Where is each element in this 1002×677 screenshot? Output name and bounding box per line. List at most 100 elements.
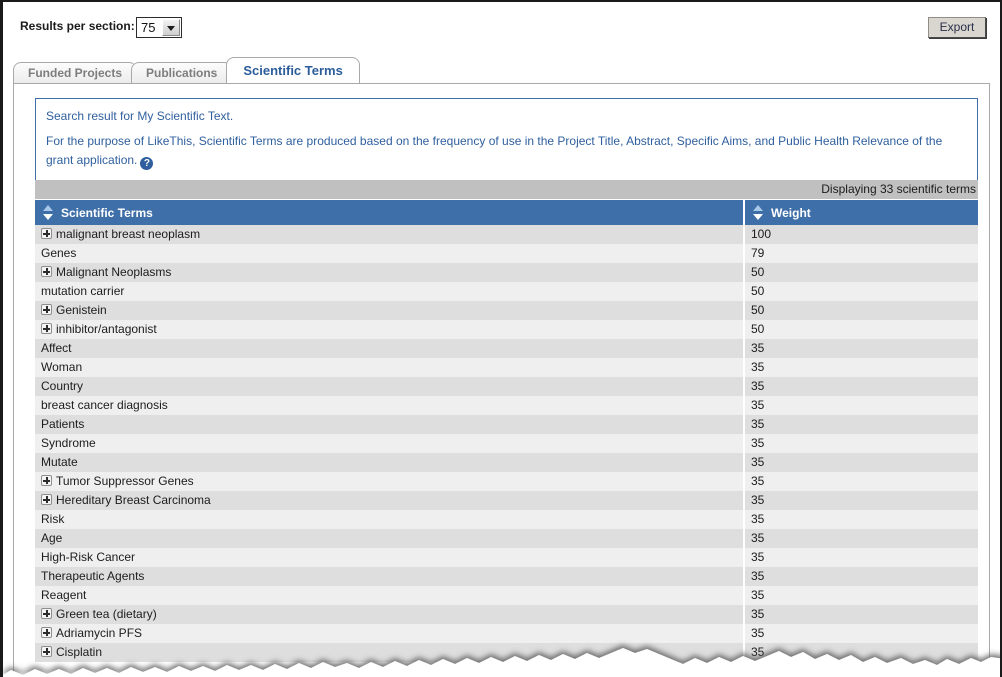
weight-cell: 35 — [743, 529, 978, 548]
weight-cell: 35 — [743, 339, 978, 358]
info-line-1: Search result for My Scientific Text. — [46, 109, 234, 123]
help-circle-icon[interactable]: ? — [140, 157, 154, 170]
weight-cell: 35 — [743, 510, 978, 529]
weight-cell: 79 — [743, 244, 978, 263]
table-row: Hereditary Breast Carcinoma 35 — [35, 491, 978, 510]
term-label: Syndrome — [41, 436, 96, 450]
table-body: malignant breast neoplasm 100 Genes 79 Malig… — [35, 225, 978, 662]
expand-plus-icon[interactable] — [41, 266, 52, 277]
weight-cell: 35 — [743, 624, 978, 643]
term-label: High-Risk Cancer — [41, 550, 136, 564]
term-label: Cisplatin — [56, 645, 103, 659]
info-line-2: For the purpose of LikeThis, Scientific … — [46, 134, 943, 167]
weight-cell: 35 — [743, 415, 978, 434]
page-root: Results per section: 75 Export Funded Pr… — [0, 0, 1002, 677]
term-cell: Genistein — [35, 301, 744, 320]
term-cell: Reagent — [35, 586, 744, 605]
term-cell: Tumor Suppressor Genes — [35, 472, 744, 491]
expand-plus-icon[interactable] — [41, 627, 52, 638]
table-row: mutation carrier 50 — [35, 282, 978, 301]
term-label: mutation carrier — [41, 284, 125, 298]
term-label: Reagent — [41, 588, 87, 602]
term-cell: Malignant Neoplasms — [35, 263, 744, 282]
results-per-section-select[interactable]: 75 — [136, 17, 182, 38]
term-cell: Cisplatin — [35, 643, 744, 662]
table-row: Cisplatin 35 — [35, 643, 978, 662]
term-label: Malignant Neoplasms — [56, 265, 172, 279]
term-cell: Affect — [35, 339, 744, 358]
term-label: Adriamycin PFS — [56, 626, 143, 640]
weight-cell: 35 — [743, 643, 978, 662]
term-cell: Age — [35, 529, 744, 548]
results-per-section-value: 75 — [141, 20, 156, 35]
weight-cell: 35 — [743, 567, 978, 586]
weight-cell: 35 — [743, 586, 978, 605]
column-header-label: Scientific Terms — [61, 205, 153, 220]
term-label: Country — [41, 379, 84, 393]
table-row: Tumor Suppressor Genes 35 — [35, 472, 978, 491]
tab-strip: Funded Projects Publications Scientific … — [13, 57, 360, 83]
expand-plus-icon[interactable] — [41, 228, 52, 239]
term-label: Patients — [41, 417, 85, 431]
chevron-down-icon[interactable] — [162, 19, 180, 36]
term-label: Hereditary Breast Carcinoma — [56, 493, 211, 507]
content-panel: Search result for My Scientific Text. Fo… — [13, 83, 990, 677]
weight-cell: 35 — [743, 434, 978, 453]
sort-arrows-icon[interactable] — [753, 205, 764, 220]
weight-cell: 35 — [743, 605, 978, 624]
term-cell: High-Risk Cancer — [35, 548, 744, 567]
term-cell: Woman — [35, 358, 744, 377]
table-row: Mutate 35 — [35, 453, 978, 472]
term-cell: Country — [35, 377, 744, 396]
term-label: Woman — [41, 360, 83, 374]
table-row: Genistein 50 — [35, 301, 978, 320]
term-cell: breast cancer diagnosis — [35, 396, 744, 415]
expand-plus-icon[interactable] — [41, 323, 52, 334]
table-row: Reagent 35 — [35, 586, 978, 605]
term-cell: Therapeutic Agents — [35, 567, 744, 586]
term-cell: Mutate — [35, 453, 744, 472]
term-cell: Syndrome — [35, 434, 744, 453]
term-label: Genes — [41, 246, 77, 260]
tab-publications[interactable]: Publications — [131, 62, 233, 83]
results-per-section-label: Results per section: — [20, 19, 135, 33]
weight-cell: 35 — [743, 453, 978, 472]
export-button[interactable]: Export — [928, 17, 986, 38]
displaying-count: Displaying 33 scientific terms — [35, 180, 978, 199]
expand-plus-icon[interactable] — [41, 494, 52, 505]
table-row: Patients 35 — [35, 415, 978, 434]
weight-cell: 50 — [743, 282, 978, 301]
term-cell: Patients — [35, 415, 744, 434]
table-row: Age 35 — [35, 529, 978, 548]
weight-cell: 35 — [743, 472, 978, 491]
term-label: Genistein — [56, 303, 107, 317]
tab-funded-projects[interactable]: Funded Projects — [13, 62, 138, 83]
term-cell: inhibitor/antagonist — [35, 320, 744, 339]
term-cell: Genes — [35, 244, 744, 263]
table-row: malignant breast neoplasm 100 — [35, 225, 978, 244]
info-line-2-wrapper: For the purpose of LikeThis, Scientific … — [46, 132, 967, 170]
sort-arrows-icon[interactable] — [43, 205, 54, 220]
term-cell: mutation carrier — [35, 282, 744, 301]
term-label: Therapeutic Agents — [41, 569, 145, 583]
expand-plus-icon[interactable] — [41, 646, 52, 657]
column-header-weight[interactable]: Weight — [744, 200, 978, 225]
term-label: Mutate — [41, 455, 78, 469]
table-header-row: Scientific Terms Weight — [35, 200, 978, 225]
table-row: Therapeutic Agents 35 — [35, 567, 978, 586]
weight-cell: 35 — [743, 377, 978, 396]
expand-plus-icon[interactable] — [41, 608, 52, 619]
table-row: inhibitor/antagonist 50 — [35, 320, 978, 339]
column-header-label: Weight — [771, 205, 811, 220]
expand-plus-icon[interactable] — [41, 475, 52, 486]
column-header-scientific-terms[interactable]: Scientific Terms — [35, 200, 745, 225]
term-cell: malignant breast neoplasm — [35, 225, 744, 244]
term-label: Tumor Suppressor Genes — [56, 474, 194, 488]
results-table-wrapper: Scientific Terms Weight malignant breast… — [35, 200, 978, 662]
expand-plus-icon[interactable] — [41, 304, 52, 315]
toolbar: Results per section: 75 Export — [3, 2, 1000, 48]
info-box: Search result for My Scientific Text. Fo… — [35, 98, 978, 181]
tab-scientific-terms[interactable]: Scientific Terms — [226, 57, 360, 83]
term-cell: Risk — [35, 510, 744, 529]
weight-cell: 35 — [743, 358, 978, 377]
